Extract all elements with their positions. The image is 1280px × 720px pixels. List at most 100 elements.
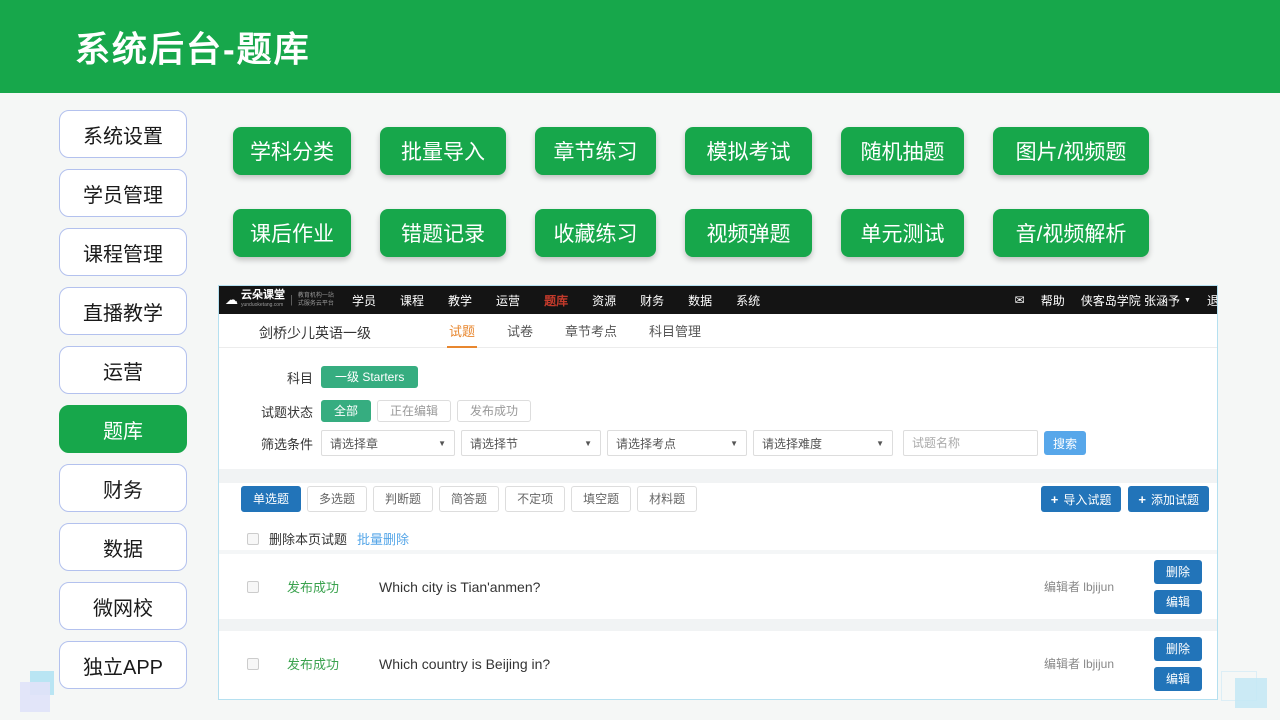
logo-tagline-1: 教育机构一站 [298,292,334,300]
topnav-students[interactable]: 学员 [352,292,376,309]
admin-screenshot: ☁ 云朵课堂 yunduoketang.com | 教育机构一站 式服务云平台 … [218,285,1218,700]
status-all-button[interactable]: 全部 [321,400,371,422]
feature-random-draw[interactable]: 随机抽题 [841,127,964,175]
import-questions-button[interactable]: + 导入试题 [1041,486,1122,512]
topnav-resources[interactable]: 资源 [592,292,616,309]
divider [219,469,1217,483]
question-type-tabs: 单选题 多选题 判断题 简答题 不定项 填空题 材料题 [241,486,697,512]
account-menu[interactable]: 侠客岛学院 张涵予 ▼ [1081,292,1191,309]
sidebar-item-operations[interactable]: 运营 [59,346,187,394]
logout-link[interactable]: 退出 [1207,292,1218,309]
type-tab-material[interactable]: 材料题 [637,486,697,512]
delete-button[interactable]: 删除 [1154,637,1202,661]
delete-page-label: 删除本页试题 [269,529,347,548]
feature-favorite-practice[interactable]: 收藏练习 [535,209,656,257]
tab-subject-mgmt[interactable]: 科目管理 [647,314,703,348]
feature-row-2: 课后作业 错题记录 收藏练习 视频弹题 单元测试 音/视频解析 [233,209,1149,257]
status-published-button[interactable]: 发布成功 [457,400,531,422]
section-select-value: 请选择节 [470,435,518,452]
help-link[interactable]: 帮助 [1041,292,1065,309]
type-tab-short-answer[interactable]: 简答题 [439,486,499,512]
filter-row-subject: 科目 一级 Starters [237,366,418,388]
account-name: 侠客岛学院 张涵予 [1081,292,1180,309]
feature-unit-test[interactable]: 单元测试 [841,209,964,257]
type-tab-true-false[interactable]: 判断题 [373,486,433,512]
edit-button[interactable]: 编辑 [1154,590,1202,614]
course-title: 剑桥少儿英语一级 [259,323,371,343]
search-button[interactable]: 搜索 [1044,431,1086,455]
feature-image-video-question[interactable]: 图片/视频题 [993,127,1149,175]
feature-batch-import[interactable]: 批量导入 [380,127,506,175]
tab-papers[interactable]: 试卷 [505,314,535,348]
question-name-input[interactable] [903,430,1038,456]
feature-wrong-question-record[interactable]: 错题记录 [380,209,506,257]
divider [219,619,1217,631]
admin-subbar: 剑桥少儿英语一级 试题 试卷 章节考点 科目管理 [219,314,1217,348]
caret-down-icon: ▼ [584,439,592,448]
row-checkbox[interactable] [247,581,259,593]
batch-delete-link[interactable]: 批量删除 [357,529,409,548]
question-text: Which country is Beijing in? [379,656,550,672]
filter-row-status: 试题状态 全部 正在编辑 发布成功 [237,400,537,422]
topbar-right: ✉ 帮助 侠客岛学院 张涵予 ▼ 退出 [1015,286,1218,314]
feature-audio-video-analysis[interactable]: 音/视频解析 [993,209,1149,257]
feature-chapter-practice[interactable]: 章节练习 [535,127,656,175]
question-row: 发布成功 Which country is Beijing in? 编辑者 lb… [219,631,1217,696]
status-badge: 发布成功 [287,654,355,673]
toolbar-actions: + 导入试题 + 添加试题 [1041,486,1209,512]
difficulty-select[interactable]: 请选择难度 ▼ [753,430,893,456]
status-editing-button[interactable]: 正在编辑 [377,400,451,422]
caret-down-icon: ▼ [876,439,884,448]
delete-button[interactable]: 删除 [1154,560,1202,584]
decorative-square [20,682,50,712]
topnav-data[interactable]: 数据 [688,292,712,309]
sidebar: 系统设置 学员管理 课程管理 直播教学 运营 题库 财务 数据 微网校 独立AP… [59,110,187,689]
type-tab-multi-choice[interactable]: 多选题 [307,486,367,512]
filter-row-conditions: 筛选条件 请选择章 ▼ 请选择节 ▼ 请选择考点 ▼ 请选择难度 ▼ 搜索 [237,430,1086,456]
sidebar-item-question-bank[interactable]: 题库 [59,405,187,453]
topnav-finance[interactable]: 财务 [640,292,664,309]
sidebar-item-system-settings[interactable]: 系统设置 [59,110,187,158]
chapter-select[interactable]: 请选择章 ▼ [321,430,455,456]
mail-icon[interactable]: ✉ [1015,293,1025,307]
sidebar-item-standalone-app[interactable]: 独立APP [59,641,187,689]
feature-row-1: 学科分类 批量导入 章节练习 模拟考试 随机抽题 图片/视频题 [233,127,1149,175]
row-checkbox[interactable] [247,658,259,670]
logo-separator: | [290,294,293,306]
type-tab-indefinite[interactable]: 不定项 [505,486,565,512]
plus-icon: + [1138,492,1146,507]
feature-mock-exam[interactable]: 模拟考试 [685,127,812,175]
topnav-question-bank[interactable]: 题库 [544,292,568,309]
feature-subject-category[interactable]: 学科分类 [233,127,351,175]
type-tab-fill-blank[interactable]: 填空题 [571,486,631,512]
sidebar-item-live-teaching[interactable]: 直播教学 [59,287,187,335]
add-question-label: 添加试题 [1151,491,1199,508]
difficulty-select-value: 请选择难度 [762,435,822,452]
topnav-operations[interactable]: 运营 [496,292,520,309]
logo-name: 云朵课堂 [241,290,285,300]
sidebar-item-course-mgmt[interactable]: 课程管理 [59,228,187,276]
condition-label: 筛选条件 [237,434,313,453]
edit-button[interactable]: 编辑 [1154,667,1202,691]
select-all-checkbox[interactable] [247,533,259,545]
feature-video-popup-question[interactable]: 视频弹题 [685,209,812,257]
knowledge-point-select-value: 请选择考点 [616,435,676,452]
sidebar-item-student-mgmt[interactable]: 学员管理 [59,169,187,217]
sidebar-item-micro-school[interactable]: 微网校 [59,582,187,630]
subject-tag[interactable]: 一级 Starters [321,366,418,388]
topnav-system[interactable]: 系统 [736,292,760,309]
add-question-button[interactable]: + 添加试题 [1128,486,1209,512]
topnav-courses[interactable]: 课程 [400,292,424,309]
tab-questions[interactable]: 试题 [447,314,477,348]
topnav-teaching[interactable]: 教学 [448,292,472,309]
chapter-select-value: 请选择章 [330,435,378,452]
tab-chapter-points[interactable]: 章节考点 [563,314,619,348]
section-select[interactable]: 请选择节 ▼ [461,430,601,456]
page: 系统后台-题库 系统设置 学员管理 课程管理 直播教学 运营 题库 财务 数据 … [0,0,1280,720]
sidebar-item-finance[interactable]: 财务 [59,464,187,512]
knowledge-point-select[interactable]: 请选择考点 ▼ [607,430,747,456]
type-tab-single-choice[interactable]: 单选题 [241,486,301,512]
feature-homework[interactable]: 课后作业 [233,209,351,257]
subject-label: 科目 [237,368,313,387]
sidebar-item-data[interactable]: 数据 [59,523,187,571]
